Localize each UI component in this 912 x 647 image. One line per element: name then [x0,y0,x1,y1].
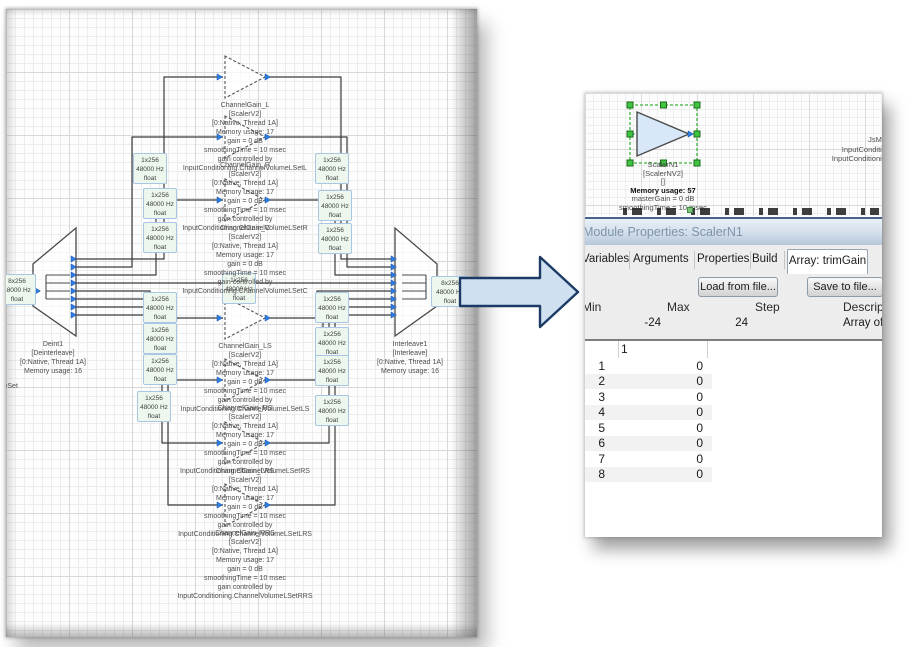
row-index: 8 [585,467,605,481]
screenshot-root: 1x256 48000 Hz float1x256 48000 Hz float… [0,0,912,647]
row-value[interactable]: 0 [605,467,712,481]
clipped-green-fragment [687,207,693,213]
properties-titlebar: Module Properties: ScalerN1 [585,217,882,245]
input-wire-badge: 8x256 48000 Hz float [6,274,36,305]
clipped-neighbor-labels: JsMuInputConditioInputConditionin [736,135,882,164]
gain-triangle-5[interactable] [225,422,265,464]
wire-type-badge: 1x256 48000 Hz float [318,190,352,221]
pin-icon [265,74,271,80]
transition-arrow [450,248,590,340]
array-row-8[interactable]: 80 [585,467,712,483]
tab-separator [750,251,751,269]
array-row-2[interactable]: 20 [585,374,712,390]
scaler-caption: ScalerN1 [ScalerNV2] [] Memory usage: 57… [585,161,743,212]
array-row-1[interactable]: 10 [585,358,712,374]
scaler-module[interactable] [627,102,700,166]
row-index: 6 [585,436,605,450]
save-to-file-button[interactable]: Save to file... [807,277,882,297]
row-index: 5 [585,421,605,435]
row-index: 1 [585,359,605,373]
deinterleave-caption: Deint1[Deinterleave][0:Native, Thread 1A… [6,340,133,376]
clipped-text-fragments [623,208,879,215]
pin-icon [217,315,223,321]
min-value[interactable]: -24 [615,317,661,329]
wire-type-badge: 1x256 48000 Hz float [222,273,256,304]
signal-flow-canvas[interactable]: 1x256 48000 Hz float1x256 48000 Hz float… [6,9,477,637]
array-row-7[interactable]: 70 [585,451,712,467]
tab-separator [784,251,785,269]
array-column-header: 1 [621,342,628,356]
pin-icon [265,315,271,321]
pin-icon [217,197,223,203]
output-pin-icon [688,131,694,137]
deinterleave-module[interactable] [33,228,76,336]
row-value[interactable]: 0 [605,452,712,466]
gain-triangle-4[interactable] [225,359,265,401]
tab-separator [629,251,630,269]
pin-icon [265,440,271,446]
wire-type-badge: 1x256 48000 Hz float [133,153,167,184]
wire-type-badge: 1x256 48000 Hz float [143,188,177,219]
pin-icon [217,377,223,383]
tab-array-trimgain[interactable]: Array: trimGain [787,249,868,274]
table-column-divider-1 [618,341,619,358]
detail-canvas[interactable]: ScalerN1 [ScalerNV2] [] Memory usage: 57… [585,93,882,216]
tab-separator [694,251,695,269]
row-value[interactable]: 0 [605,405,712,419]
header-max: Max [667,300,690,314]
table-top-border [585,339,882,341]
row-value[interactable]: 0 [605,421,712,435]
pin-icon [265,377,271,383]
tab-properties[interactable]: Properties [697,253,749,265]
row-index: 3 [585,390,605,404]
clipped-edge-label: seSet [6,383,18,390]
row-index: 7 [585,452,605,466]
wire-type-badge: 1x256 48000 Hz float [315,153,349,184]
gain-triangle-6[interactable] [225,484,265,526]
tab-variables[interactable]: Variables [585,253,629,265]
row-value[interactable]: 0 [605,359,712,373]
wire-type-badge: 1x256 48000 Hz float [137,391,171,422]
description-value: Array of [843,317,882,329]
tab-arguments[interactable]: Arguments [633,253,689,265]
row-value[interactable]: 0 [605,390,712,404]
wire-type-badge: 1x256 48000 Hz float [143,323,177,354]
array-row-6[interactable]: 60 [585,436,712,452]
table-column-divider-2 [707,341,708,358]
row-index: 4 [585,405,605,419]
gain-triangle-0[interactable] [225,56,265,98]
module-properties-window: ScalerN1 [ScalerNV2] [] Memory usage: 57… [585,93,882,537]
pin-icon [217,502,223,508]
pin-icon [217,440,223,446]
pin-icon [265,197,271,203]
gain-triangle-1[interactable] [225,116,265,158]
pin-icon [265,134,271,140]
load-from-file-button[interactable]: Load from file... [698,277,778,297]
row-value[interactable]: 0 [605,374,712,388]
row-index: 2 [585,374,605,388]
trimgain-array-table[interactable]: 1020304050607080 [585,358,712,482]
wire-type-badge: 1x256 48000 Hz float [143,292,177,323]
row-value[interactable]: 0 [605,436,712,450]
wire-type-badge: 1x256 48000 Hz float [143,222,177,253]
pin-icon [217,74,223,80]
wire-type-badge: 1x256 48000 Hz float [318,223,352,254]
interleave-caption: Interleave1[Interleave][0:Native, Thread… [330,340,477,376]
wire-type-badge: 1x256 48000 Hz float [315,395,349,426]
array-row-3[interactable]: 30 [585,389,712,405]
schematic-svg [6,9,474,635]
header-description: Description [843,300,882,314]
wire-type-badge: 1x256 48000 Hz float [143,354,177,385]
array-row-4[interactable]: 40 [585,405,712,421]
properties-title: Module Properties: ScalerN1 [585,225,743,239]
pin-icon [265,502,271,508]
pin-icon [217,134,223,140]
tab-build[interactable]: Build [752,253,778,265]
wire-type-badge: 1x256 48000 Hz float [315,292,349,323]
gain-triangle-2[interactable] [225,179,265,221]
max-value[interactable]: 24 [705,317,748,329]
array-row-5[interactable]: 50 [585,420,712,436]
header-step: Step [755,300,780,314]
